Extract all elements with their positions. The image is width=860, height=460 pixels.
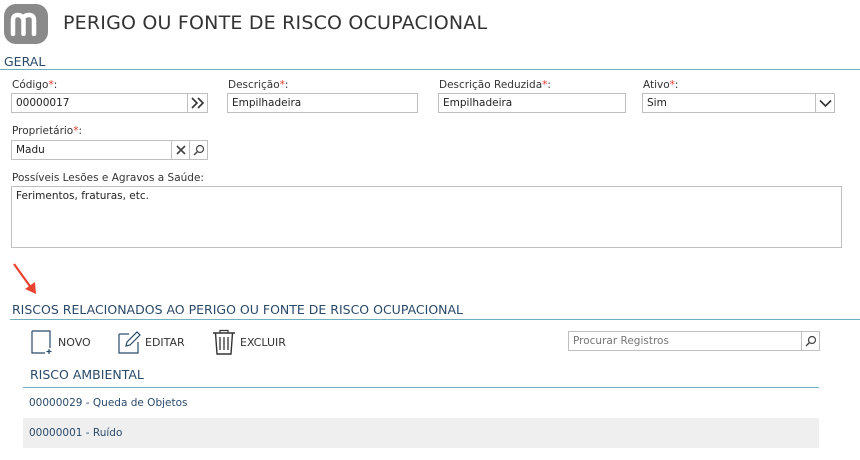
excluir-button[interactable]: EXCLUIR <box>212 329 286 355</box>
ativo-select[interactable]: Sim <box>642 93 816 113</box>
proprietario-label: Proprietário*: <box>12 125 83 137</box>
table-row[interactable]: 00000029 - Queda de Objetos <box>23 388 819 418</box>
app-logo <box>4 4 48 44</box>
lesoes-label: Possíveis Lesões e Agravos a Saúde: <box>12 172 204 184</box>
codigo-next-button[interactable] <box>188 93 208 113</box>
proprietario-field[interactable]: Madu <box>11 140 172 160</box>
search-records-input[interactable] <box>568 331 802 351</box>
group-title-risco-ambiental: RISCO AMBIENTAL <box>30 367 144 382</box>
table-row[interactable]: 00000001 - Ruído <box>23 418 819 448</box>
descricao-field[interactable]: Empilhadeira <box>227 93 418 113</box>
novo-button-label: NOVO <box>58 335 91 349</box>
search-icon <box>193 144 204 156</box>
search-records-button[interactable] <box>802 331 820 351</box>
codigo-label: Código*: <box>12 79 58 91</box>
section-title-geral: GERAL <box>4 54 46 69</box>
edit-pencil-icon <box>118 331 141 354</box>
double-chevron-right-icon <box>190 97 204 109</box>
editar-button-label: EDITAR <box>145 335 185 349</box>
section-divider <box>10 319 860 320</box>
new-document-icon <box>31 330 52 354</box>
excluir-button-label: EXCLUIR <box>240 335 286 349</box>
novo-button[interactable]: NOVO <box>31 330 91 354</box>
proprietario-search-button[interactable] <box>190 140 208 160</box>
close-icon <box>175 145 186 155</box>
annotation-arrow-icon <box>13 263 36 294</box>
proprietario-clear-button[interactable] <box>172 140 190 160</box>
chevron-down-icon <box>818 99 832 107</box>
codigo-field[interactable]: 00000017 <box>11 93 188 113</box>
editar-button[interactable]: EDITAR <box>118 330 185 354</box>
descricao-label: Descrição*: <box>228 79 289 91</box>
ativo-label: Ativo*: <box>643 79 679 91</box>
trash-icon <box>213 329 235 355</box>
descricao-reduzida-label: Descrição Reduzida*: <box>439 79 551 91</box>
logo-m-icon <box>10 12 37 36</box>
descricao-reduzida-field[interactable]: Empilhadeira <box>438 93 626 113</box>
search-icon <box>805 335 816 347</box>
page-title: PERIGO OU FONTE DE RISCO OCUPACIONAL <box>63 12 488 34</box>
ativo-dropdown-button[interactable] <box>816 93 835 113</box>
section-title-riscos: RISCOS RELACIONADOS AO PERIGO OU FONTE D… <box>12 302 464 317</box>
section-divider <box>0 69 860 70</box>
lesoes-textarea[interactable]: Ferimentos, fraturas, etc. <box>11 186 842 248</box>
